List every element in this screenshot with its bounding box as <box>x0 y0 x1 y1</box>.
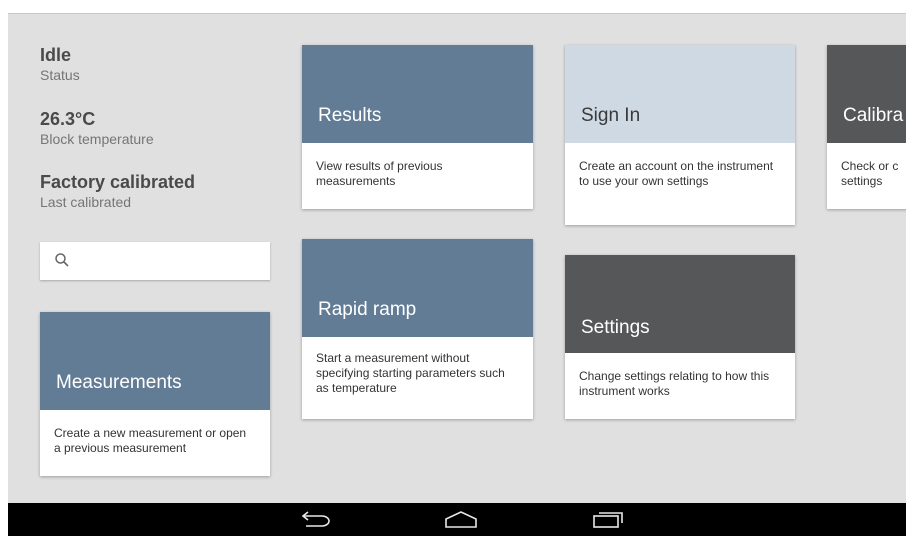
settings-card[interactable]: Settings Change settings relating to how… <box>565 255 795 419</box>
last-calibrated-value: Factory calibrated <box>40 172 196 192</box>
results-card[interactable]: Results View results of previous measure… <box>302 45 533 209</box>
results-card-title: Results <box>318 105 382 126</box>
rapid-ramp-card-header: Rapid ramp <box>302 239 533 337</box>
measurements-card-title: Measurements <box>56 372 182 393</box>
status-info: Idle Status <box>40 44 80 84</box>
block-temperature-value: 26.3°C <box>40 109 96 129</box>
rapid-ramp-card[interactable]: Rapid ramp Start a measurement without s… <box>302 239 533 419</box>
back-icon[interactable] <box>298 509 332 531</box>
settings-card-description: Change settings relating to how this ins… <box>579 369 770 398</box>
calibration-card-description: Check or c settings <box>841 159 899 188</box>
sign-in-card-header: Sign In <box>565 45 795 143</box>
last-calibrated-label: Last calibrated <box>40 194 132 210</box>
measurements-card[interactable]: Measurements Create a new measurement or… <box>40 312 270 476</box>
recents-icon[interactable] <box>591 509 625 531</box>
block-temperature-label: Block temperature <box>40 131 154 147</box>
home-screen: Idle Status 26.3°C Block temperature Fac… <box>8 13 906 503</box>
navigation-bar <box>8 503 906 536</box>
measurements-card-description: Create a new measurement or open a previ… <box>54 426 247 455</box>
search-input[interactable] <box>40 242 270 280</box>
home-icon[interactable] <box>444 509 478 531</box>
last-calibrated-info: Factory calibrated Last calibrated <box>40 171 195 211</box>
results-card-header: Results <box>302 45 533 143</box>
rapid-ramp-card-title: Rapid ramp <box>318 299 417 320</box>
calibration-card-title: Calibra <box>843 105 904 126</box>
sign-in-card[interactable]: Sign In Create an account on the instrum… <box>565 45 795 225</box>
results-card-description: View results of previous measurements <box>316 159 443 188</box>
calibration-card-header: Calibra <box>827 45 906 143</box>
measurements-card-header: Measurements <box>40 312 270 410</box>
sign-in-card-description: Create an account on the instrument to u… <box>579 159 774 188</box>
status-value: Idle <box>40 45 72 65</box>
settings-card-title: Settings <box>581 317 650 338</box>
status-label: Status <box>40 67 80 83</box>
rapid-ramp-card-description: Start a measurement without specifying s… <box>316 351 505 395</box>
sign-in-card-title: Sign In <box>581 105 641 126</box>
block-temperature-info: 26.3°C Block temperature <box>40 108 154 148</box>
search-icon <box>55 253 69 267</box>
calibration-card[interactable]: Calibra Check or c settings <box>827 45 906 209</box>
settings-card-header: Settings <box>565 255 795 353</box>
